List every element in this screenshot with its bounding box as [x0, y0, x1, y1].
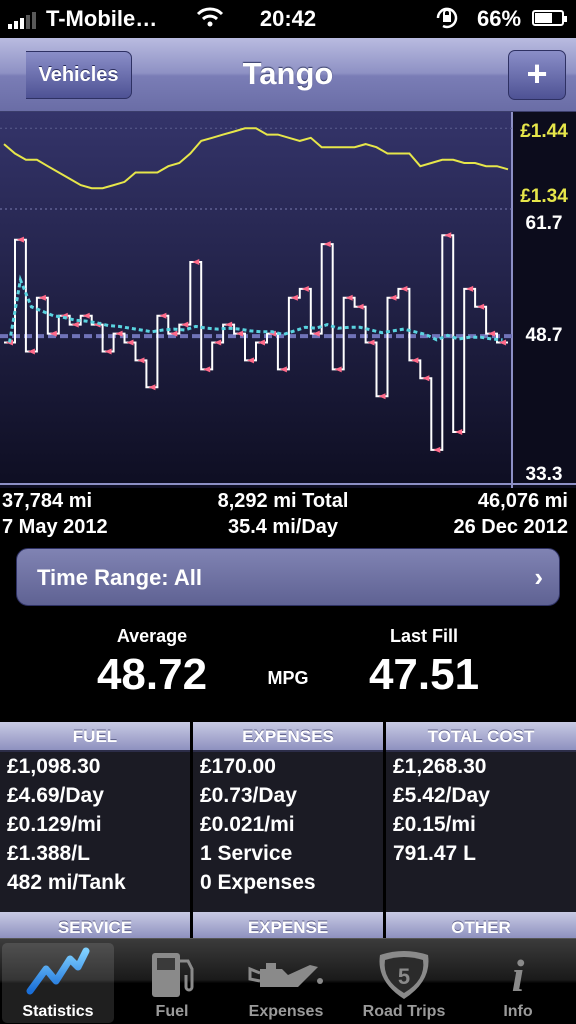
mpg-tick-label: 48.7	[526, 325, 563, 346]
battery-icon	[532, 10, 567, 26]
tab-road-trips[interactable]: 5 Road Trips	[348, 943, 460, 1023]
navigation-bar: Vehicles Tango +	[0, 38, 576, 112]
stat-line: £0.73/Day	[200, 784, 297, 807]
average-label: Average	[116, 626, 188, 646]
fuel-header: FUEL	[0, 722, 190, 752]
date-range-summary: 37,784 mi 8,292 mi Total 46,076 mi 7 May…	[0, 488, 576, 544]
statistics-icon	[26, 947, 90, 995]
average-value: 48.72	[96, 650, 208, 699]
time-range-label: Time Range: All	[37, 565, 203, 590]
stat-line: £0.129/mi	[7, 813, 102, 836]
back-button-label: Vehicles	[38, 64, 119, 86]
stat-line: 791.47 L	[393, 842, 476, 865]
tab-label: Statistics	[22, 1003, 94, 1020]
cost-statistics: FUEL £1,098.30 £4.69/Day £0.129/mi £1.38…	[0, 722, 576, 922]
stat-line: 0 Expenses	[200, 871, 316, 894]
orientation-lock-icon	[434, 5, 460, 37]
fuel-pump-icon	[152, 953, 194, 997]
highway-shield-icon: 5	[379, 951, 429, 999]
info-glyph: i	[512, 950, 525, 999]
stat-line: £1.388/L	[7, 842, 90, 865]
tab-label: Road Trips	[362, 1003, 446, 1020]
tab-expenses[interactable]: Expenses	[230, 943, 342, 1023]
stat-line: 1 Service	[200, 842, 293, 865]
mpg-chart[interactable]: £1.44 £1.34 61.7 48.7 33.3	[0, 112, 576, 488]
expense-section-header: EXPENSE	[193, 912, 383, 938]
price-tick-label: £1.34	[520, 186, 568, 207]
stat-line: 482 mi/Tank	[7, 871, 126, 894]
stat-line: £0.15/mi	[393, 813, 476, 836]
stat-line: £1,268.30	[393, 755, 487, 778]
mpg-summary: Average 48.72 MPG Last Fill 47.51	[0, 620, 576, 720]
mpg-tick-label: 33.3	[526, 464, 563, 485]
end-odometer: 46,076 mi	[477, 490, 568, 512]
tab-statistics[interactable]: Statistics	[2, 943, 114, 1023]
mpg-unit: MPG	[267, 668, 309, 688]
end-date: 26 Dec 2012	[453, 516, 568, 538]
price-tick-label: £1.44	[520, 121, 568, 142]
mpg-tick-label: 61.7	[526, 213, 563, 234]
tab-info[interactable]: i Info	[462, 943, 574, 1023]
tab-fuel[interactable]: Fuel	[116, 943, 228, 1023]
stat-line: £170.00	[200, 755, 276, 778]
stat-line: £0.021/mi	[200, 813, 295, 836]
expenses-header: EXPENSES	[193, 722, 383, 752]
time-range-button[interactable]: Time Range: All ›	[16, 548, 560, 606]
fuel-stats-column: FUEL £1,098.30 £4.69/Day £0.129/mi £1.38…	[0, 722, 190, 914]
last-fill-label: Last Fill	[389, 626, 458, 646]
other-section-header: OTHER	[386, 912, 576, 938]
status-bar: T-Mobile… 20:42 66%	[0, 0, 576, 38]
stat-line: £4.69/Day	[7, 784, 104, 807]
tab-bar: Statistics Fuel Expenses 5 Road Trips i …	[0, 938, 576, 1024]
stat-line: £5.42/Day	[393, 784, 490, 807]
plot-background	[0, 112, 512, 488]
axis-panel	[512, 112, 576, 488]
tab-label: Expenses	[248, 1003, 324, 1020]
stat-line: £1,098.30	[7, 755, 101, 778]
add-button[interactable]: +	[508, 50, 566, 100]
chevron-right-icon: ›	[534, 562, 543, 592]
info-icon: i	[512, 950, 525, 999]
service-section-header: SERVICE	[0, 912, 190, 938]
last-fill-value: 47.51	[368, 650, 480, 699]
stat-line	[386, 868, 576, 897]
total-cost-stats-column: TOTAL COST £1,268.30 £5.42/Day £0.15/mi …	[386, 722, 576, 914]
total-cost-header: TOTAL COST	[386, 722, 576, 752]
battery-percent: 66%	[477, 6, 522, 31]
tab-label: Fuel	[155, 1003, 189, 1020]
expenses-stats-column: EXPENSES £170.00 £0.73/Day £0.021/mi 1 S…	[193, 722, 383, 914]
oil-can-icon	[248, 963, 323, 987]
route-number: 5	[398, 964, 410, 989]
tab-label: Info	[503, 1003, 533, 1020]
